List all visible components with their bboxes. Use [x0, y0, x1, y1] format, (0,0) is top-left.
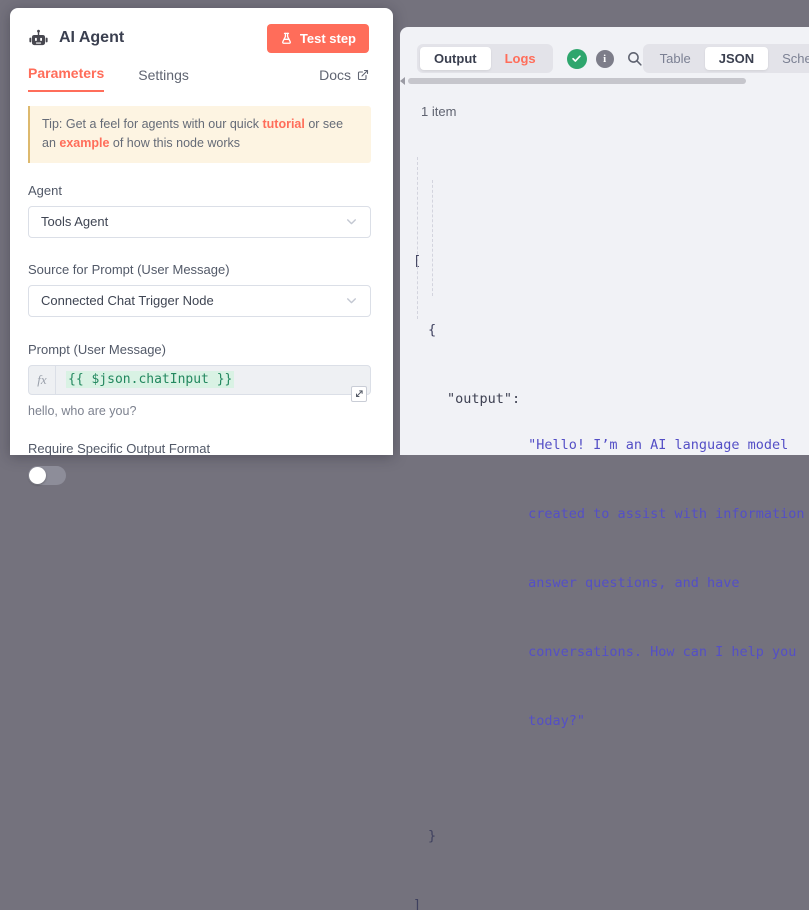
test-step-button[interactable]: Test step: [267, 24, 369, 53]
source-field: Source for Prompt (User Message) Connect…: [28, 262, 371, 317]
horizontal-scrollbar: [400, 77, 809, 84]
success-check-icon: [567, 49, 587, 69]
json-line: [: [413, 250, 809, 273]
indent-guide: [417, 157, 418, 319]
parameters-body: Tip: Get a feel for agents with our quic…: [10, 92, 393, 485]
agent-field: Agent Tools Agent: [28, 183, 371, 238]
agent-select[interactable]: Tools Agent: [28, 206, 371, 238]
json-line: }: [413, 825, 809, 848]
agent-label: Agent: [28, 183, 371, 198]
tab-settings[interactable]: Settings: [138, 67, 189, 92]
tip-text: of how this node works: [109, 136, 240, 150]
json-value-line: today?": [528, 710, 804, 733]
output-format-field: Require Specific Output Format: [28, 441, 371, 485]
docs-link[interactable]: Docs: [319, 67, 369, 92]
tutorial-link[interactable]: tutorial: [262, 117, 304, 131]
chevron-down-icon: [345, 294, 358, 307]
example-link[interactable]: example: [59, 136, 109, 150]
info-icon[interactable]: i: [596, 50, 614, 68]
output-panel: Output Logs i Table JSON Schema 1 item: [400, 27, 809, 455]
tip-box: Tip: Get a feel for agents with our quic…: [28, 106, 371, 163]
robot-icon: [28, 28, 49, 49]
expand-expression-button[interactable]: [351, 386, 367, 402]
json-line: "output": "Hello! I’m an AI language mod…: [413, 388, 809, 779]
json-brace: }: [428, 825, 436, 848]
indent-guide: [432, 180, 433, 296]
output-format-toggle[interactable]: [28, 466, 66, 485]
source-label: Source for Prompt (User Message): [28, 262, 371, 277]
items-count: 1 item: [421, 104, 809, 119]
scrollbar-thumb[interactable]: [408, 78, 746, 84]
json-line: ]: [413, 894, 809, 910]
expression-input[interactable]: {{ $json.chatInput }}: [56, 366, 244, 394]
json-value-line: created to assist with information: [528, 503, 804, 526]
external-link-icon: [357, 69, 369, 81]
prompt-field: Prompt (User Message) fx {{ $json.chatIn…: [28, 342, 371, 418]
docs-label: Docs: [319, 67, 351, 83]
json-value: "Hello! I’m an AI language model created…: [528, 388, 804, 779]
source-select[interactable]: Connected Chat Trigger Node: [28, 285, 371, 317]
source-select-value: Connected Chat Trigger Node: [41, 293, 214, 308]
prompt-label: Prompt (User Message): [28, 342, 371, 357]
json-brace: {: [428, 319, 436, 342]
expression-value: {{ $json.chatInput }}: [66, 371, 234, 388]
view-tabs: Table JSON Schema: [643, 44, 809, 73]
json-key: "output":: [447, 388, 520, 779]
test-step-label: Test step: [300, 31, 356, 46]
tab-table[interactable]: Table: [646, 47, 705, 70]
tab-output[interactable]: Output: [420, 47, 491, 70]
tab-parameters[interactable]: Parameters: [28, 65, 104, 92]
node-title: AI Agent: [59, 29, 124, 47]
json-value-line: conversations. How can I help you: [528, 641, 804, 664]
node-tabs: Parameters Settings Docs: [10, 56, 393, 92]
scroll-left-arrow[interactable]: [400, 77, 405, 85]
fx-badge: fx: [29, 366, 56, 394]
search-icon[interactable]: [626, 50, 643, 67]
tab-logs[interactable]: Logs: [491, 47, 550, 70]
run-tabs: Output Logs: [417, 44, 553, 73]
json-value-line: "Hello! I’m an AI language model: [528, 434, 804, 457]
expression-field[interactable]: fx {{ $json.chatInput }}: [28, 365, 371, 395]
output-format-label: Require Specific Output Format: [28, 441, 371, 456]
tab-json[interactable]: JSON: [705, 47, 768, 70]
prompt-preview-text: hello, who are you?: [28, 404, 371, 418]
node-detail-panel: AI Agent Test step Parameters Settings D…: [10, 8, 393, 455]
output-header: Output Logs i Table JSON Schema: [400, 27, 809, 73]
node-header: AI Agent Test step: [10, 8, 393, 52]
json-value-line: answer questions, and have: [528, 572, 804, 595]
chevron-down-icon: [345, 215, 358, 228]
expand-expression-icon: [354, 389, 364, 399]
tab-schema[interactable]: Schema: [768, 47, 809, 70]
tip-text: Tip: Get a feel for agents with our quic…: [42, 117, 262, 131]
agent-select-value: Tools Agent: [41, 214, 108, 229]
flask-icon: [280, 32, 293, 45]
json-viewer: [ { "output": "Hello! I’m an AI language…: [413, 135, 809, 910]
json-bracket: ]: [413, 894, 421, 910]
toggle-knob: [29, 467, 46, 484]
json-line: {: [413, 319, 809, 342]
